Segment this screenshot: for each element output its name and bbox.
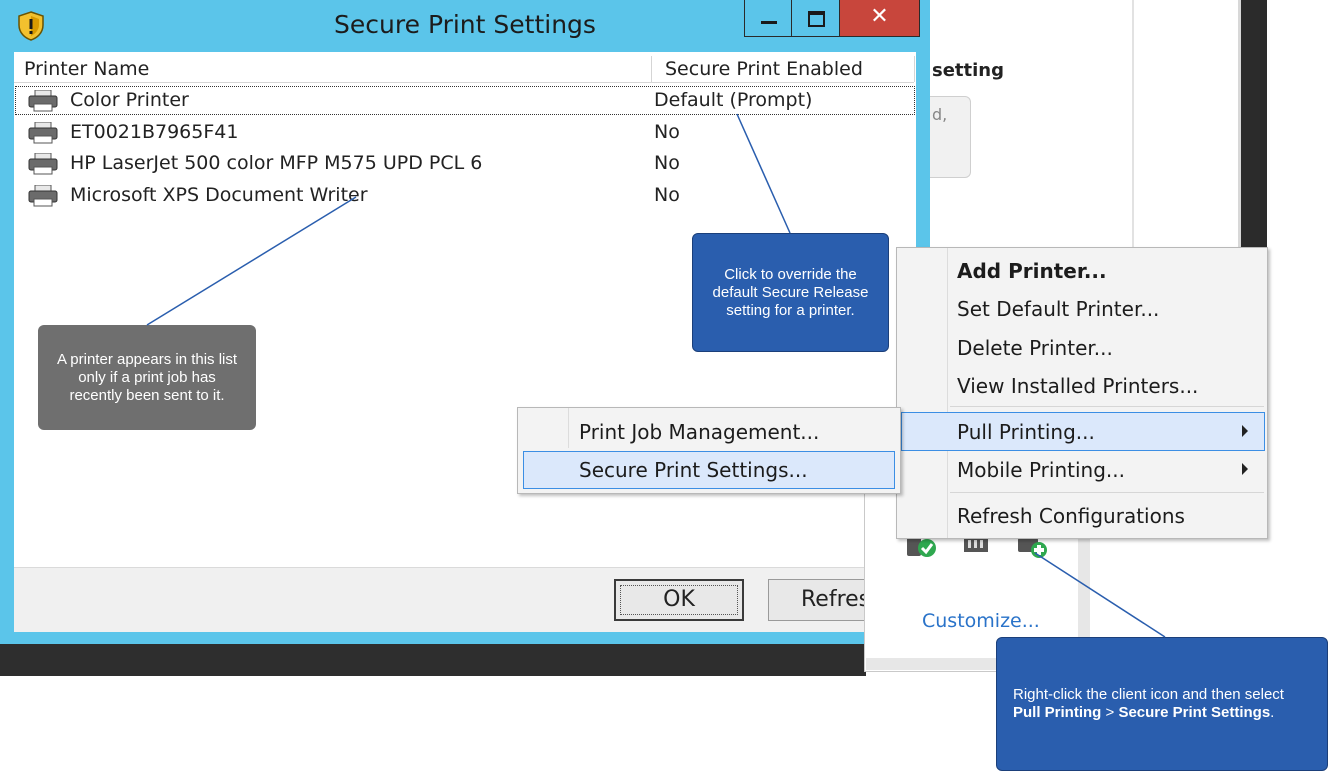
- printer-row[interactable]: ET0021B7965F41 No: [14, 117, 916, 148]
- secure-print-value[interactable]: No: [654, 121, 680, 143]
- ok-button[interactable]: OK: [614, 579, 744, 621]
- printer-row[interactable]: HP LaserJet 500 color MFP M575 UPD PCL 6…: [14, 148, 916, 179]
- menu-item-secure-print-settings[interactable]: Secure Print Settings...: [579, 458, 808, 482]
- column-header-printer-name[interactable]: Printer Name: [24, 58, 149, 80]
- callout-instruction: Right-click the client icon and then sel…: [996, 637, 1328, 771]
- menu-item-view-installed-printers[interactable]: View Installed Printers...: [957, 374, 1198, 398]
- instruction-pull-printing: Pull Printing: [1013, 704, 1102, 721]
- column-separator[interactable]: [914, 56, 915, 82]
- menu-item-add-printer[interactable]: Add Printer...: [957, 259, 1107, 283]
- instruction-suffix: .: [1270, 704, 1275, 721]
- instruction-secure-print-settings: Secure Print Settings: [1118, 704, 1271, 721]
- printer-name: Color Printer: [70, 89, 189, 111]
- maximize-button[interactable]: [792, 0, 840, 37]
- minimize-button[interactable]: [744, 0, 792, 37]
- submenu-arrow-icon: [1242, 425, 1248, 437]
- printer-icon: [28, 153, 58, 175]
- column-separator[interactable]: [651, 56, 652, 82]
- button-bar-divider: [14, 567, 916, 568]
- background-heading: setting: [932, 60, 1004, 81]
- background-divider: [1132, 0, 1134, 250]
- secure-print-value[interactable]: No: [654, 184, 680, 206]
- menu-item-mobile-printing[interactable]: Mobile Printing...: [957, 458, 1125, 482]
- printer-name: Microsoft XPS Document Writer: [70, 184, 368, 206]
- printer-icon: [28, 90, 58, 112]
- instruction-separator: >: [1101, 704, 1119, 721]
- secure-print-value[interactable]: Default (Prompt): [654, 89, 812, 111]
- callout-instruction-text: Right-click the client icon and then sel…: [1013, 686, 1311, 722]
- secure-print-value[interactable]: No: [654, 152, 680, 174]
- menu-separator: [950, 406, 1264, 407]
- printer-icon: [28, 185, 58, 207]
- menu-separator: [950, 492, 1264, 493]
- background-dark-edge: [1238, 0, 1267, 250]
- menu-item-refresh-configurations[interactable]: Refresh Configurations: [957, 504, 1185, 528]
- printer-icon: [28, 122, 58, 144]
- background-window: [928, 0, 1238, 250]
- customize-link[interactable]: Customize...: [922, 610, 1040, 632]
- close-button[interactable]: ✕: [840, 0, 920, 37]
- submenu-arrow-icon: [1242, 463, 1248, 475]
- printer-row[interactable]: Color Printer Default (Prompt): [14, 85, 916, 116]
- menu-item-pull-printing[interactable]: Pull Printing...: [957, 420, 1095, 444]
- callout-list-note: A printer appears in this list only if a…: [38, 325, 256, 430]
- menu-item-set-default-printer[interactable]: Set Default Printer...: [957, 297, 1159, 321]
- instruction-prefix: Right-click the client icon and then sel…: [1013, 686, 1284, 703]
- background-box-text: d,: [932, 105, 948, 124]
- column-header-secure-print-enabled[interactable]: Secure Print Enabled: [665, 58, 863, 80]
- menu-gutter: [947, 248, 948, 538]
- callout-override-note: Click to override the default Secure Rel…: [692, 233, 889, 352]
- menu-gutter: [568, 408, 569, 448]
- menu-item-delete-printer[interactable]: Delete Printer...: [957, 336, 1113, 360]
- printer-name: HP LaserJet 500 color MFP M575 UPD PCL 6: [70, 152, 483, 174]
- desktop-band: [0, 642, 866, 676]
- menu-item-print-job-management[interactable]: Print Job Management...: [579, 420, 819, 444]
- printer-row[interactable]: Microsoft XPS Document Writer No: [14, 180, 916, 211]
- printer-name: ET0021B7965F41: [70, 121, 239, 143]
- close-icon: ✕: [870, 4, 889, 29]
